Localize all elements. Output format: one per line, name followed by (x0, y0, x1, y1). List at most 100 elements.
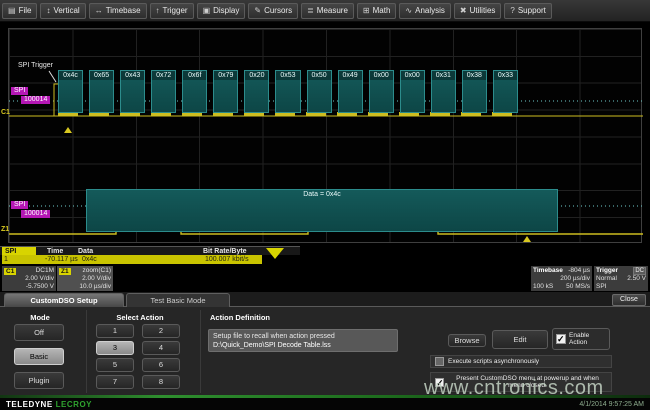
decode-row-index: 1 (4, 255, 8, 264)
z1-timebase: 10.0 µs/div (59, 283, 111, 291)
timebase-rate: 50 MS/s (566, 283, 590, 291)
menu-item[interactable]: ↔ Timebase (89, 3, 147, 19)
brand-lecroy: LECROY (56, 400, 92, 409)
descriptor-trigger[interactable]: Trigger DC Normal 2.50 V SPI (594, 266, 648, 291)
close-button[interactable]: Close (612, 294, 646, 306)
timebase-title: Timebase (533, 267, 563, 275)
timebase-offset: -804 µs (568, 267, 590, 275)
execute-async-toggle[interactable]: Execute scripts asynchronously (430, 355, 612, 368)
menu-item-icon: ∿ (405, 6, 412, 15)
menu-item[interactable]: ▣ Display (197, 3, 246, 19)
execute-async-checkbox[interactable] (435, 357, 444, 366)
mode-option-button[interactable]: Basic (14, 348, 64, 365)
spi-decode-byte: 0x49 (338, 70, 363, 113)
enable-action-toggle[interactable]: Enable Action (552, 328, 610, 350)
menu-item[interactable]: ∿ Analysis (399, 3, 451, 19)
mode-section-title: Mode (10, 313, 70, 322)
spi-trigger-annotation: SPI Trigger (18, 62, 53, 69)
spi-decode-byte-value: 0x53 (276, 71, 299, 80)
tab-customdso-setup[interactable]: CustomDSO Setup (4, 293, 124, 307)
menu-item-icon: ⊞ (363, 6, 370, 15)
mode-option-button[interactable]: Plugin (14, 372, 64, 389)
menu-item-icon: ▣ (203, 6, 211, 15)
action-number-button[interactable]: 6 (142, 358, 180, 372)
descriptor-c1[interactable]: C1 DC1M 2.00 V/div -5.7500 V (2, 266, 56, 291)
channel-z1-marker[interactable]: Z1 (1, 226, 9, 233)
action-number-button[interactable]: 4 (142, 341, 180, 355)
brand-logo: TELEDYNELECROY (6, 400, 92, 409)
menu-item-label: Vertical (53, 6, 79, 15)
spi-decode-byte: 0x43 (120, 70, 145, 113)
menu-item-label: Measure (317, 6, 348, 15)
z1-source: zoom(C1) (82, 267, 111, 275)
decode-table-header: SPI Time Data Bit Rate/Byte (0, 246, 300, 255)
menu-item[interactable]: ↑ Trigger (150, 3, 194, 19)
spi-decode-byte-value: 0x00 (370, 71, 393, 80)
spi-decode-byte: 0x79 (213, 70, 238, 113)
enable-action-checkbox[interactable] (556, 334, 566, 344)
edit-button[interactable]: Edit (492, 330, 548, 349)
mode-options: Off Basic Plugin (14, 324, 64, 389)
decode-table-row[interactable]: 1 -70.117 µs 0x4c 100.007 kbit/s (2, 255, 262, 264)
spi-decode-byte: 0x38 (462, 70, 487, 113)
spi-decode-byte-value: 0x50 (308, 71, 331, 80)
menu-item[interactable]: ↕ Vertical (40, 3, 85, 19)
action-number-button[interactable]: 3 (96, 341, 134, 355)
action-number-button[interactable]: 8 (142, 375, 180, 389)
spi-decode-byte-value: 0x79 (214, 71, 237, 80)
menu-item-label: Support (518, 6, 546, 15)
decode-row-bitrate: 100.007 kbit/s (205, 255, 249, 264)
z1-chip: Z1 (59, 268, 71, 275)
spi-decode-byte-value: 0x49 (339, 71, 362, 80)
menu-item[interactable]: ✖ Utilities (454, 3, 501, 19)
spi-decode-byte-value: 0x65 (90, 71, 113, 80)
c1-coupling: DC1M (36, 267, 54, 275)
menu-item[interactable]: ▤ File (2, 3, 37, 19)
menu-item-label: Timebase (106, 6, 141, 15)
trigger-time-marker-icon[interactable] (64, 127, 72, 133)
trigger-level: 2.50 V (627, 275, 646, 283)
menu-item-label: Analysis (415, 6, 445, 15)
decode-table-expand-icon[interactable] (266, 248, 284, 259)
trigger-coupling: DC (633, 267, 646, 275)
spi-decode-zoom-box: Data = 0x4c (86, 189, 558, 232)
spi-decode-byte: 0x72 (151, 70, 176, 113)
spi-decode-row: 0x4c 0x65 0x43 0x72 0x6f 0x79 0x20 0x53 … (58, 70, 518, 113)
menu-item[interactable]: ⊞ Math (357, 3, 397, 19)
menu-item-label: Display (213, 6, 239, 15)
enable-action-label: Enable Action (569, 332, 606, 347)
channel-c1-marker[interactable]: C1 (1, 109, 10, 116)
spi-decode-byte: 0x00 (369, 70, 394, 113)
menu-item[interactable]: ≣ Measure (301, 3, 354, 19)
mode-option-button[interactable]: Off (14, 324, 64, 341)
menu-item-icon: ✎ (254, 6, 261, 15)
action-number-button[interactable]: 7 (96, 375, 134, 389)
menu-item[interactable]: ✎ Cursors (248, 3, 298, 19)
menu-item-icon: ↔ (95, 6, 103, 15)
spi-decode-byte: 0x6f (182, 70, 207, 113)
action-number-button[interactable]: 1 (96, 324, 134, 338)
spi-decode-byte-value: 0x31 (432, 71, 455, 80)
upper-bus-label[interactable]: SPI (11, 87, 28, 95)
c1-scale: 2.00 V/div (4, 275, 54, 283)
spi-decode-byte: 0x4c (58, 70, 83, 113)
tab-test-basic-mode[interactable]: Test Basic Mode (126, 293, 230, 307)
zoom-trigger-marker-icon[interactable] (523, 236, 531, 242)
trigger-mode: Normal (596, 275, 617, 283)
spi-decode-byte: 0x00 (400, 70, 425, 113)
waveform-grid[interactable]: 0x4c 0x65 0x43 0x72 0x6f 0x79 0x20 0x53 … (8, 28, 642, 243)
menu-item[interactable]: ? Support (504, 3, 551, 19)
action-number-button[interactable]: 5 (96, 358, 134, 372)
descriptor-timebase[interactable]: Timebase -804 µs 200 µs/div 100 kS 50 MS… (531, 266, 592, 291)
menu-item-icon: ✖ (460, 6, 467, 15)
menu-item-icon: ≣ (307, 6, 314, 15)
setup-file-field[interactable]: Setup file to recall when action pressed… (208, 329, 398, 352)
descriptor-z1[interactable]: Z1 zoom(C1) 2.00 V/div 10.0 µs/div (57, 266, 113, 291)
spi-decode-byte: 0x65 (89, 70, 114, 113)
decode-row-data: 0x4c (82, 255, 97, 264)
lower-bus-label[interactable]: SPI (11, 201, 28, 209)
browse-button[interactable]: Browse (448, 334, 486, 347)
dialog-tab-bar: CustomDSO Setup Test Basic Mode Close (0, 292, 650, 307)
setup-file-path: D:\Quick_Demo\SPI Decode Table.lss (213, 341, 393, 350)
action-number-button[interactable]: 2 (142, 324, 180, 338)
